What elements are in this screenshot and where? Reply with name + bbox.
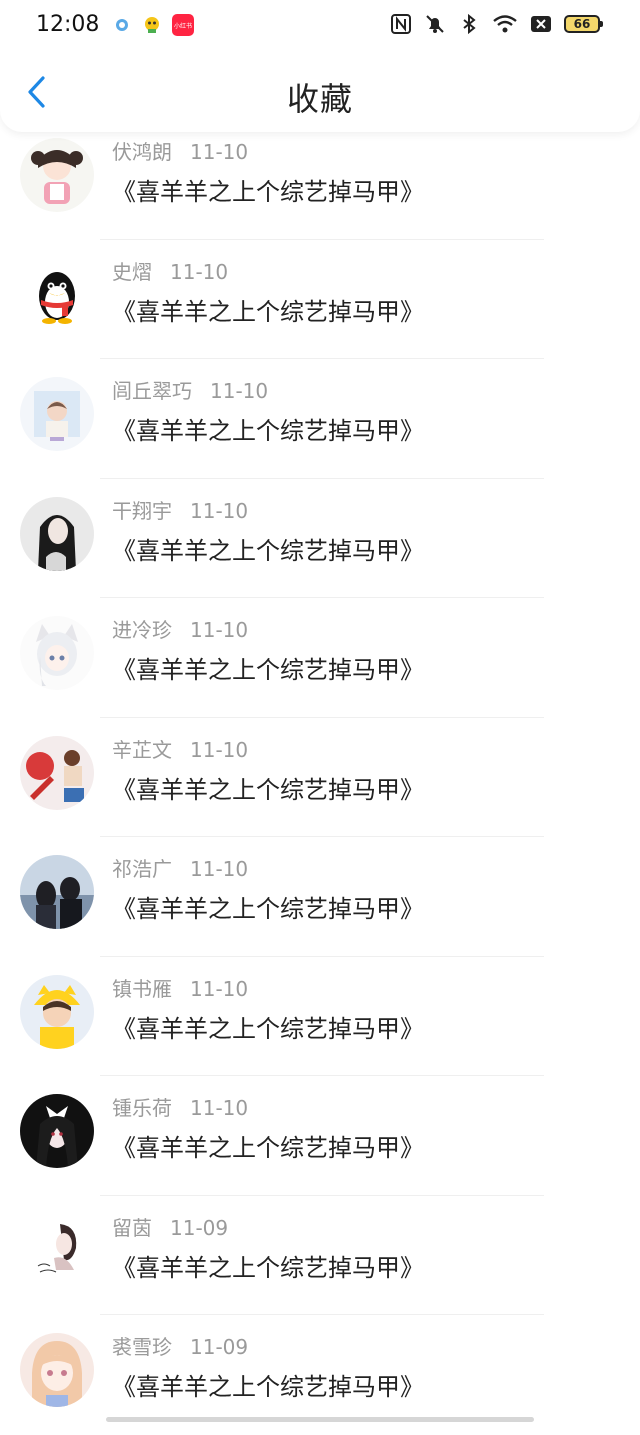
item-title: 《喜羊羊之上个综艺掉马甲》	[112, 172, 424, 207]
item-meta: 镇书雁 11-10	[112, 973, 248, 1002]
item-title: 《喜羊羊之上个综艺掉马甲》	[112, 1009, 424, 1044]
mute-bell-icon	[424, 13, 446, 35]
item-date: 11-10	[190, 618, 248, 642]
app-mascot-icon	[142, 15, 162, 35]
battery-level: 66	[574, 17, 591, 31]
favorites-list: 伏鸿朗 11-10 《喜羊羊之上个综艺掉马甲》 史熠 11-10 《喜羊羊之上个综艺…	[0, 120, 640, 1435]
status-app-icons: 小红书	[112, 14, 194, 36]
item-date: 11-10	[190, 738, 248, 762]
item-date: 11-10	[210, 379, 268, 403]
battery-icon: 66	[564, 15, 600, 33]
item-date: 11-10	[190, 499, 248, 523]
list-item[interactable]: 祁浩广 11-10 《喜羊羊之上个综艺掉马甲》	[0, 837, 640, 957]
item-author: 闾丘翠巧	[112, 379, 192, 403]
app-red-icon: 小红书	[172, 14, 194, 36]
sim-off-icon	[530, 13, 552, 35]
item-meta: 辛芷文 11-10	[112, 734, 248, 763]
item-author: 锺乐荷	[112, 1096, 172, 1120]
app-notification-icon	[112, 15, 132, 35]
woman-photo-avatar[interactable]	[20, 497, 94, 571]
item-author: 干翔宇	[112, 499, 172, 523]
list-item[interactable]: 干翔宇 11-10 《喜羊羊之上个综艺掉马甲》	[0, 479, 640, 599]
item-title: 《喜羊羊之上个综艺掉马甲》	[112, 1248, 424, 1283]
item-meta: 锺乐荷 11-10	[112, 1092, 248, 1121]
item-date: 11-10	[170, 260, 228, 284]
pink-hair-girl-avatar[interactable]	[20, 1333, 94, 1407]
wifi-icon	[492, 13, 518, 35]
bluetooth-icon	[458, 13, 480, 35]
item-title: 《喜羊羊之上个综艺掉马甲》	[112, 889, 424, 924]
status-bar: 12:08 小红书 66	[0, 0, 640, 52]
item-date: 11-10	[190, 857, 248, 881]
item-date: 11-09	[190, 1335, 248, 1359]
item-author: 镇书雁	[112, 977, 172, 1001]
item-date: 11-10	[190, 1096, 248, 1120]
item-meta: 裘雪珍 11-09	[112, 1331, 248, 1360]
yellow-hat-boy-avatar[interactable]	[20, 975, 94, 1049]
list-item[interactable]: 闾丘翠巧 11-10 《喜羊羊之上个综艺掉马甲》	[0, 359, 640, 479]
boy-illustration-avatar[interactable]	[20, 377, 94, 451]
list-item[interactable]: 留茵 11-09 《喜羊羊之上个综艺掉马甲》	[0, 1196, 640, 1316]
item-meta: 干翔宇 11-10	[112, 495, 248, 524]
item-author: 辛芷文	[112, 738, 172, 762]
item-title: 《喜羊羊之上个综艺掉马甲》	[112, 1128, 424, 1163]
item-title: 《喜羊羊之上个综艺掉马甲》	[112, 411, 424, 446]
dark-anime-girl-avatar[interactable]	[20, 1094, 94, 1168]
penguin-avatar[interactable]	[20, 258, 94, 332]
list-item[interactable]: 进冷珍 11-10 《喜羊羊之上个综艺掉马甲》	[0, 598, 640, 718]
nfc-icon	[390, 13, 412, 35]
anime-girl-avatar[interactable]	[20, 138, 94, 212]
red-app-label: 小红书	[174, 21, 192, 30]
status-time: 12:08	[36, 12, 99, 37]
system-icons: 66	[390, 13, 600, 35]
list-item[interactable]: 史熠 11-10 《喜羊羊之上个综艺掉马甲》	[0, 240, 640, 360]
item-author: 留茵	[112, 1216, 152, 1240]
list-item[interactable]: 辛芷文 11-10 《喜羊羊之上个综艺掉马甲》	[0, 718, 640, 838]
item-date: 11-10	[190, 977, 248, 1001]
item-title: 《喜羊羊之上个综艺掉马甲》	[112, 292, 424, 327]
list-item[interactable]: 伏鸿朗 11-10 《喜羊羊之上个综艺掉马甲》	[0, 120, 640, 240]
white-hair-girl-avatar[interactable]	[20, 616, 94, 690]
list-item[interactable]: 镇书雁 11-10 《喜羊羊之上个综艺掉马甲》	[0, 957, 640, 1077]
item-meta: 闾丘翠巧 11-10	[112, 375, 268, 404]
item-title: 《喜羊羊之上个综艺掉马甲》	[112, 531, 424, 566]
page-title: 收藏	[0, 74, 640, 120]
item-meta: 伏鸿朗 11-10	[112, 136, 248, 165]
home-indicator[interactable]	[106, 1417, 534, 1422]
item-date: 11-09	[170, 1216, 228, 1240]
item-author: 祁浩广	[112, 857, 172, 881]
item-title: 《喜羊羊之上个综艺掉马甲》	[112, 1367, 424, 1402]
item-title: 《喜羊羊之上个综艺掉马甲》	[112, 650, 424, 685]
couple-photo-avatar[interactable]	[20, 855, 94, 929]
sketch-girl-avatar[interactable]	[20, 1214, 94, 1288]
item-meta: 留茵 11-09	[112, 1212, 228, 1241]
item-meta: 祁浩广 11-10	[112, 853, 248, 882]
item-meta: 史熠 11-10	[112, 256, 228, 285]
item-author: 伏鸿朗	[112, 140, 172, 164]
item-author: 裘雪珍	[112, 1335, 172, 1359]
list-item[interactable]: 锺乐荷 11-10 《喜羊羊之上个综艺掉马甲》	[0, 1076, 640, 1196]
item-date: 11-10	[190, 140, 248, 164]
item-title: 《喜羊羊之上个综艺掉马甲》	[112, 770, 424, 805]
item-meta: 进冷珍 11-10	[112, 614, 248, 643]
item-author: 史熠	[112, 260, 152, 284]
text-art-avatar[interactable]	[20, 736, 94, 810]
top-nav-bar: 收藏	[0, 52, 640, 132]
item-author: 进冷珍	[112, 618, 172, 642]
